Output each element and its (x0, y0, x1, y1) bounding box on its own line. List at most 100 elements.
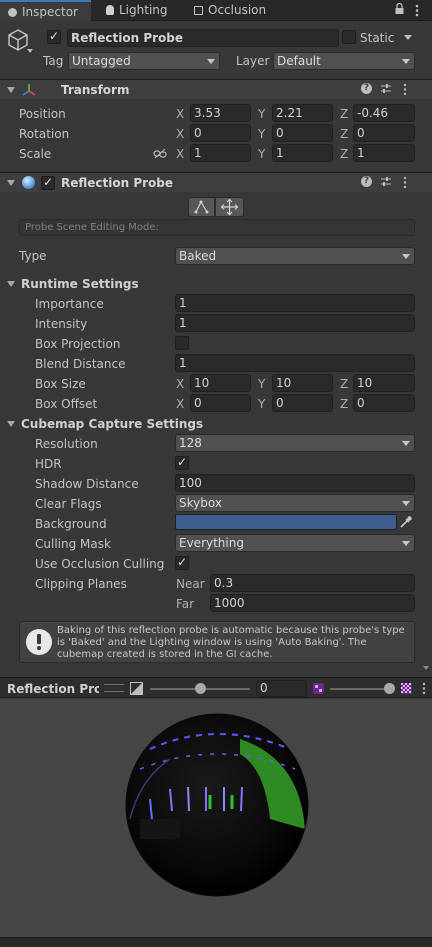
position-z-input[interactable]: -0.46 (353, 104, 415, 122)
tag-label: Tag (43, 54, 64, 68)
axis-x-label[interactable]: X (176, 127, 184, 141)
foldout-arrow-icon (7, 180, 15, 186)
type-dropdown[interactable]: Baked (175, 247, 415, 265)
help-icon[interactable]: ? (361, 83, 372, 94)
static-dropdown-arrow[interactable] (404, 35, 412, 40)
cubemap-settings-section[interactable]: Cubemap Capture Settings (21, 417, 203, 431)
box-size-label: Box Size (35, 377, 86, 391)
position-x-input[interactable]: 3.53 (190, 104, 251, 122)
box-projection-checkbox[interactable] (175, 336, 189, 350)
scale-y-input[interactable]: 1 (272, 144, 333, 162)
rotation-label: Rotation (19, 127, 70, 141)
tab-inspector[interactable]: Inspector (0, 0, 91, 21)
scroll-down-icon[interactable] (423, 666, 429, 670)
shadow-distance-input[interactable]: 100 (175, 474, 415, 492)
preview-menu-icon[interactable] (422, 682, 426, 695)
box-projection-label: Box Projection (35, 337, 121, 351)
layer-dropdown[interactable]: Default (273, 52, 415, 70)
box-offset-y-input[interactable]: 0 (272, 394, 333, 412)
type-label: Type (19, 249, 47, 263)
axis-y-label[interactable]: Y (258, 377, 265, 391)
axis-y-label[interactable]: Y (258, 147, 265, 161)
rotation-y-input[interactable]: 0 (272, 124, 333, 142)
culling-mask-value: Everything (179, 536, 244, 550)
rotation-x-input[interactable]: 0 (190, 124, 251, 142)
preset-icon[interactable] (380, 83, 392, 95)
tab-occlusion[interactable]: Occlusion (186, 0, 278, 21)
box-offset-x-input[interactable]: 0 (190, 394, 251, 412)
box-size-z-input[interactable]: 10 (353, 374, 415, 392)
runtime-foldout-icon[interactable] (7, 281, 15, 287)
mip-high-icon (401, 683, 412, 694)
scale-z-input[interactable]: 1 (353, 144, 415, 162)
axis-x-label[interactable]: X (176, 377, 184, 391)
active-checkbox[interactable]: ✓ (47, 29, 61, 44)
runtime-settings-section[interactable]: Runtime Settings (21, 277, 139, 291)
help-icon[interactable]: ? (361, 176, 372, 187)
eyedropper-icon[interactable] (399, 515, 413, 529)
intensity-input[interactable]: 1 (175, 314, 415, 332)
layer-value: Default (277, 54, 321, 68)
edit-origin-button[interactable] (215, 197, 244, 217)
drag-handle[interactable] (104, 684, 124, 692)
tag-dropdown[interactable]: Untagged (68, 52, 220, 70)
near-input[interactable]: 0.3 (210, 574, 415, 592)
preview-toolbar: Reflection Probe 0 (0, 677, 432, 698)
static-checkbox[interactable] (342, 30, 356, 44)
tab-menu-icon[interactable] (415, 4, 419, 18)
scale-x-input[interactable]: 1 (190, 144, 251, 162)
icon-dropdown-arrow[interactable] (27, 49, 33, 53)
tab-bar: Inspector Lighting Occlusion (0, 0, 432, 21)
axis-x-label[interactable]: X (176, 147, 184, 161)
transform-header[interactable]: Transform ? (0, 79, 432, 99)
exposure-slider-thumb[interactable] (195, 683, 206, 694)
box-size-y-input[interactable]: 10 (272, 374, 333, 392)
background-color-swatch[interactable] (175, 514, 397, 530)
axis-x-label[interactable]: X (176, 397, 184, 411)
near-label[interactable]: Near (176, 577, 205, 591)
tab-lighting[interactable]: Lighting (98, 0, 180, 21)
gameobject-name-input[interactable]: Reflection Probe (67, 29, 339, 47)
probe-preview-sphere (125, 713, 309, 897)
axis-x-label[interactable]: X (176, 107, 184, 121)
axis-z-label[interactable]: Z (340, 127, 348, 141)
culling-mask-dropdown[interactable]: Everything (175, 534, 415, 552)
constrain-proportions-icon[interactable] (153, 148, 167, 159)
resolution-value: 128 (179, 436, 202, 450)
importance-input[interactable]: 1 (175, 294, 415, 312)
axis-z-label[interactable]: Z (340, 377, 348, 391)
probe-enabled-checkbox[interactable]: ✓ (41, 175, 55, 190)
clear-flags-label: Clear Flags (35, 497, 102, 511)
lock-icon[interactable] (395, 2, 404, 15)
component-menu-icon[interactable] (403, 176, 407, 189)
position-y-input[interactable]: 2.21 (272, 104, 333, 122)
exposure-input[interactable]: 0 (256, 680, 307, 697)
axis-z-label[interactable]: Z (340, 147, 348, 161)
component-menu-icon[interactable] (403, 83, 407, 96)
foldout-arrow-icon (7, 87, 15, 93)
reflection-probe-icon (22, 176, 35, 189)
far-input[interactable]: 1000 (210, 594, 415, 612)
axis-y-label[interactable]: Y (258, 107, 265, 121)
mip-slider-track[interactable] (330, 688, 392, 690)
preset-icon[interactable] (380, 176, 392, 188)
box-offset-z-input[interactable]: 0 (353, 394, 415, 412)
far-label[interactable]: Far (176, 597, 194, 611)
box-size-x-input[interactable]: 10 (190, 374, 251, 392)
occlusion-culling-checkbox[interactable]: ✓ (175, 555, 189, 570)
axis-z-label[interactable]: Z (340, 107, 348, 121)
axis-z-label[interactable]: Z (340, 397, 348, 411)
edit-bounds-button[interactable] (188, 197, 215, 217)
blend-distance-input[interactable]: 1 (175, 354, 415, 372)
rotation-z-input[interactable]: 0 (353, 124, 415, 142)
lightbulb-icon (106, 5, 114, 15)
reflection-probe-header[interactable]: ✓ Reflection Probe ? (0, 172, 432, 192)
mip-slider-thumb[interactable] (384, 683, 395, 694)
preview-area[interactable] (0, 699, 432, 937)
hdr-checkbox[interactable]: ✓ (175, 455, 189, 470)
cubemap-foldout-icon[interactable] (7, 421, 15, 427)
clear-flags-dropdown[interactable]: Skybox (175, 494, 415, 512)
resolution-dropdown[interactable]: 128 (175, 434, 415, 452)
axis-y-label[interactable]: Y (258, 397, 265, 411)
axis-y-label[interactable]: Y (258, 127, 265, 141)
